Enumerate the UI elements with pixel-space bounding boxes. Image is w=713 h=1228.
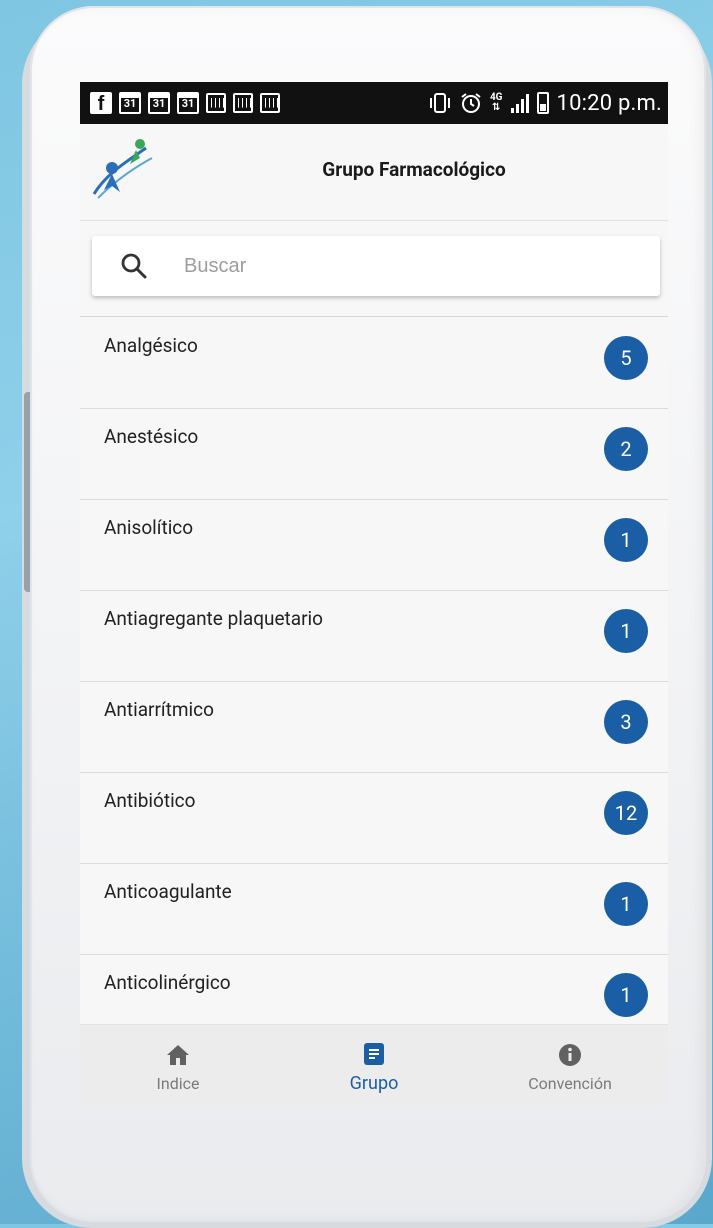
list-item[interactable]: Anisolítico 1 — [80, 500, 668, 591]
nav-label-grupo: Grupo — [349, 1072, 399, 1094]
network-4g-icon: 4G ⇅ — [489, 92, 503, 113]
vibrate-icon — [429, 93, 450, 113]
search-bar[interactable] — [92, 236, 660, 296]
facebook-icon: f — [90, 92, 112, 115]
search-input[interactable] — [182, 253, 606, 279]
document-icon — [364, 1042, 384, 1065]
notification-icons: f 31 31 31 — [80, 92, 280, 115]
list-item-label: Antiarrítmico — [104, 698, 214, 721]
nav-label-convencion: Convención — [528, 1073, 612, 1093]
signal-icon — [510, 93, 529, 113]
calendar-icon: 31 — [119, 92, 141, 114]
alarm-icon — [461, 93, 481, 113]
list-item[interactable]: Anestésico 2 — [80, 409, 668, 500]
list-item[interactable]: Analgésico 5 — [80, 318, 668, 409]
calendar-icon: 31 — [177, 92, 199, 114]
list-item-label: Anticolinérgico — [104, 971, 231, 994]
list-item[interactable]: Antibiótico 12 — [80, 773, 668, 864]
list-item[interactable]: Anticoagulante 1 — [80, 864, 668, 955]
calendar-small-icon — [260, 93, 280, 113]
search-section — [80, 220, 668, 317]
info-icon — [559, 1043, 581, 1066]
count-badge: 3 — [604, 700, 648, 744]
calendar-day-text: 31 — [152, 97, 166, 110]
system-icons: 4G ⇅ 10:20 p.m. — [428, 91, 668, 116]
nav-item-convencion[interactable]: Convención — [472, 1025, 668, 1108]
list-item-label: Analgésico — [104, 334, 198, 357]
count-badge: 1 — [604, 609, 648, 653]
count-badge: 1 — [604, 882, 648, 926]
calendar-small-icon — [206, 93, 226, 113]
calendar-icon: 31 — [148, 92, 170, 114]
count-badge: 5 — [604, 336, 648, 380]
list-item-label: Anestésico — [104, 425, 199, 448]
nav-item-grupo[interactable]: Grupo — [276, 1025, 472, 1108]
calendar-small-icon — [233, 93, 253, 113]
list-item-label: Antiagregante plaquetario — [104, 607, 323, 630]
count-badge: 2 — [604, 427, 648, 471]
list-item-label: Anticoagulante — [104, 880, 232, 903]
status-bar: f 31 31 31 4G ⇅ 10:20 p.m. — [80, 82, 668, 124]
nav-label-indice: Indice — [156, 1073, 200, 1093]
list-item[interactable]: Antiagregante plaquetario 1 — [80, 591, 668, 682]
calendar-day-text: 31 — [181, 97, 195, 110]
list-item-label: Antibiótico — [104, 789, 196, 812]
bottom-navigation: Indice Grupo Convención — [80, 1024, 668, 1108]
count-badge: 12 — [604, 791, 648, 835]
nav-item-indice[interactable]: Indice — [80, 1025, 276, 1108]
status-time: 10:20 p.m. — [556, 90, 662, 116]
pharmacological-group-list: Analgésico 5 Anestésico 2 Anisolítico 1 … — [80, 318, 668, 1046]
calendar-day-text: 31 — [123, 97, 137, 110]
home-icon — [167, 1044, 189, 1065]
list-item-label: Anisolítico — [104, 516, 194, 539]
app-screen: f 31 31 31 4G ⇅ 10:20 p.m. Grupo Farmaco… — [80, 82, 668, 1108]
app-header: Grupo Farmacológico — [80, 124, 668, 221]
search-icon[interactable] — [120, 252, 148, 280]
battery-icon — [536, 92, 549, 114]
page-title: Grupo Farmacológico — [322, 158, 506, 181]
count-badge: 1 — [604, 973, 648, 1017]
count-badge: 1 — [604, 518, 648, 562]
list-item[interactable]: Antiarrítmico 3 — [80, 682, 668, 773]
